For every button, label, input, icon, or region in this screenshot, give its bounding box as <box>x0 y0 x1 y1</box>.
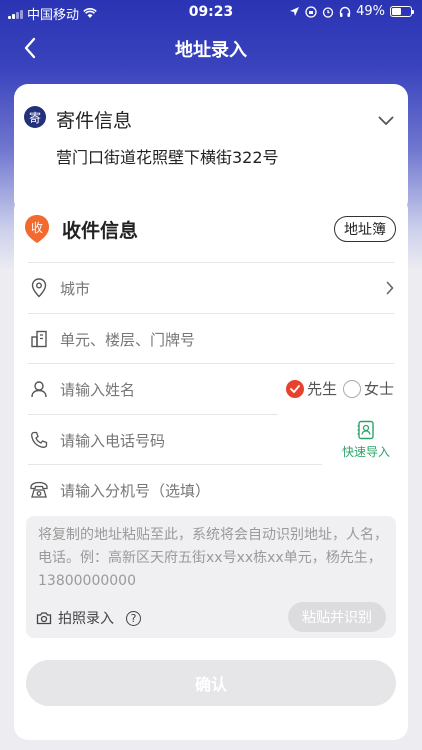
receiver-badge-icon: 收 <box>25 215 49 243</box>
chevron-down-icon[interactable] <box>378 116 394 126</box>
phone-icon <box>28 431 50 449</box>
receiver-card: 收 收件信息 地址簿 城市 单元、楼层、门牌号 请输入姓名 先生 女士 请输入电… <box>14 196 408 740</box>
camera-icon <box>36 612 52 625</box>
phone-field[interactable]: 请输入电话号码 <box>28 415 318 465</box>
building-icon <box>28 330 50 348</box>
city-placeholder: 城市 <box>60 279 91 298</box>
name-field[interactable]: 请输入姓名 <box>28 364 278 414</box>
location-pin-icon <box>28 278 50 298</box>
lock-rotation-icon <box>305 5 317 18</box>
paste-recognize-button[interactable]: 粘贴并识别 <box>288 602 386 632</box>
city-field[interactable]: 城市 <box>28 263 394 313</box>
address-book-button[interactable]: 地址簿 <box>334 216 396 242</box>
radio-checked-icon[interactable] <box>285 379 304 398</box>
name-placeholder: 请输入姓名 <box>60 380 136 399</box>
photo-entry-label: 拍照录入 <box>58 611 114 627</box>
battery-percent: 49% <box>356 4 385 19</box>
photo-entry-button[interactable]: 拍照录入 ? <box>36 608 141 628</box>
headphones-icon <box>339 6 351 17</box>
phone-placeholder: 请输入电话号码 <box>60 431 166 450</box>
page-title: 地址录入 <box>175 40 247 61</box>
status-bar: 中国移动 09:23 49% <box>0 0 422 24</box>
extension-placeholder: 请输入分机号（选填） <box>60 481 211 500</box>
nav-bar: 地址录入 <box>0 28 422 68</box>
location-arrow-icon <box>290 7 300 16</box>
help-icon[interactable]: ? <box>126 610 141 626</box>
quick-import-button[interactable]: 快速导入 <box>340 420 392 460</box>
radio-unchecked-icon[interactable] <box>342 379 361 398</box>
telephone-icon <box>28 481 50 499</box>
unit-placeholder: 单元、楼层、门牌号 <box>60 330 196 349</box>
gender-female-label[interactable]: 女士 <box>364 378 394 399</box>
gender-selector: 先生 女士 <box>285 378 394 399</box>
sender-title: 寄件信息 <box>56 110 133 132</box>
gender-male-label[interactable]: 先生 <box>307 378 337 399</box>
status-right: 49% <box>289 4 414 19</box>
unit-field[interactable]: 单元、楼层、门牌号 <box>28 314 394 364</box>
person-icon <box>28 380 50 398</box>
sender-badge-icon: 寄 <box>24 106 46 128</box>
paste-hint: 将复制的地址粘贴至此，系统将会自动识别地址，人名，电话。例：高新区天府五街xx号… <box>38 527 388 589</box>
alarm-icon <box>322 6 334 18</box>
quick-import-label: 快速导入 <box>341 445 390 459</box>
paste-area[interactable]: 将复制的地址粘贴至此，系统将会自动识别地址，人名，电话。例：高新区天府五街xx号… <box>26 516 396 638</box>
extension-field[interactable]: 请输入分机号（选填） <box>28 465 394 515</box>
confirm-button[interactable]: 确认 <box>26 660 396 706</box>
sender-card[interactable]: 寄 寄件信息 营门口街道花照壁下横街322号 <box>14 84 408 214</box>
battery-icon <box>390 6 414 17</box>
contact-card-icon <box>357 420 374 440</box>
svg-text:收: 收 <box>31 221 43 235</box>
chevron-right-icon <box>386 281 394 295</box>
receiver-title: 收件信息 <box>62 220 139 242</box>
sender-address: 营门口街道花照壁下横街322号 <box>56 148 279 167</box>
